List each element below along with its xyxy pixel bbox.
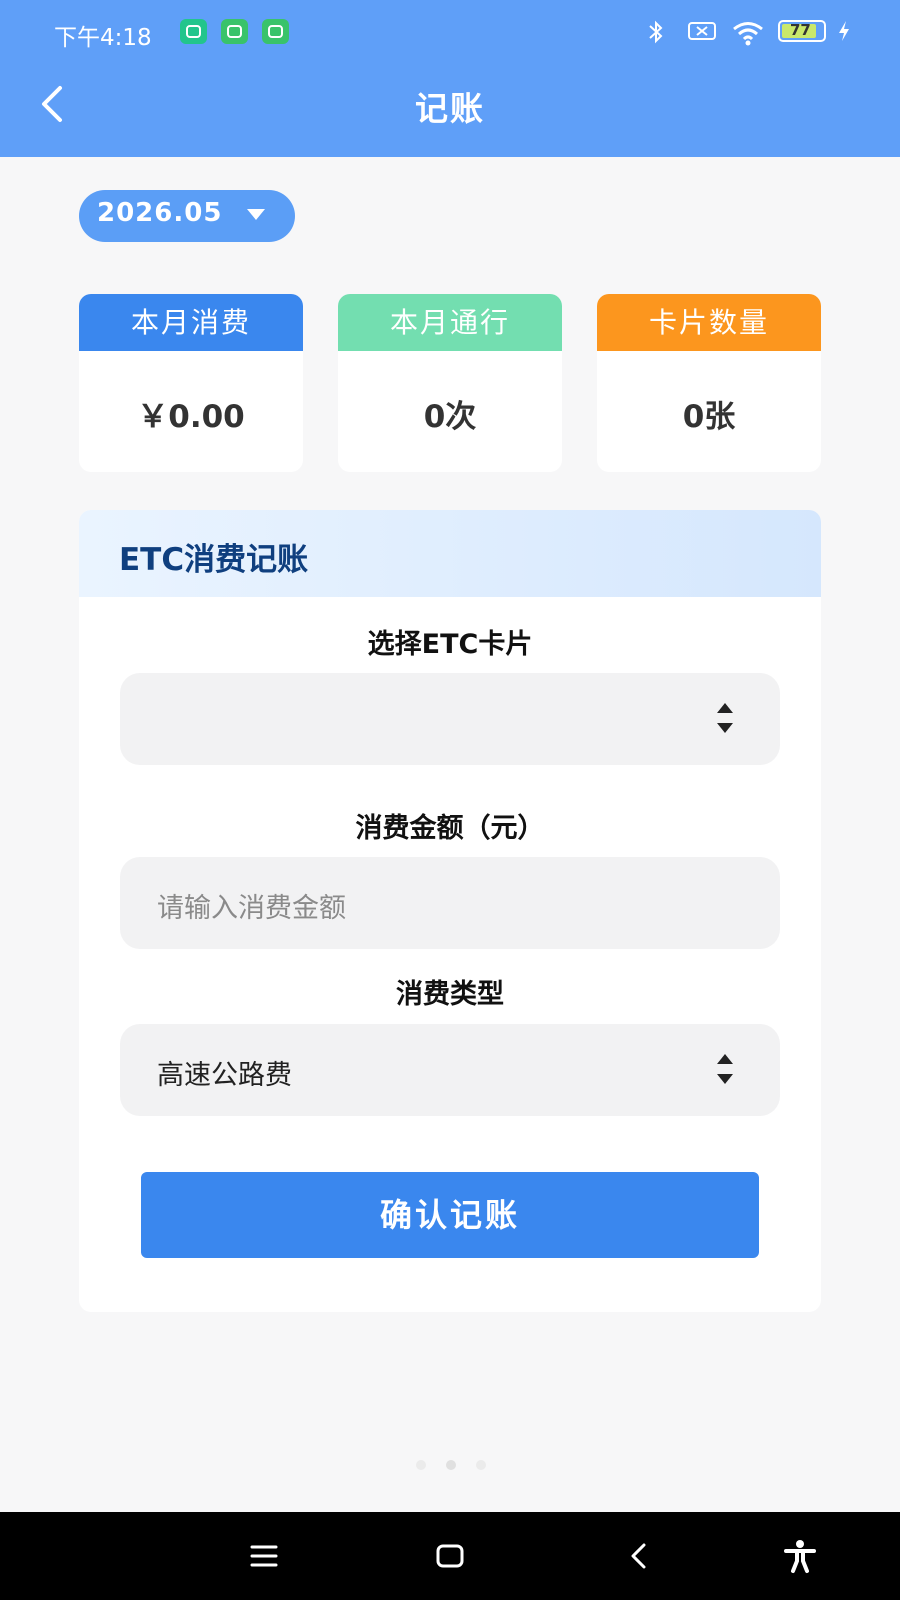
stat-label: 卡片数量	[597, 294, 821, 351]
card-select[interactable]	[120, 673, 780, 765]
back-icon[interactable]	[620, 1536, 660, 1576]
month-selector[interactable]: 2026.05	[79, 190, 295, 242]
etc-record-form: ETC消费记账 选择ETC卡片 消费金额（元） 请输入消费金额 消费类型 高速公…	[79, 510, 821, 1312]
month-value: 2026.05	[97, 198, 223, 228]
nav-bar: 记账	[0, 62, 900, 154]
system-nav-bar	[0, 1512, 900, 1600]
confirm-button[interactable]: 确认记账	[141, 1172, 759, 1258]
stat-value: ￥0.00	[137, 399, 245, 435]
page-dot	[476, 1460, 486, 1470]
charging-icon	[839, 21, 849, 41]
stat-value: 0次	[423, 399, 477, 435]
accessibility-icon[interactable]	[780, 1536, 820, 1576]
page-dot	[446, 1460, 456, 1470]
status-time: 下午4:18	[54, 25, 152, 51]
wifi-icon	[733, 22, 763, 46]
type-select[interactable]: 高速公路费	[120, 1024, 780, 1116]
page-dot	[416, 1460, 426, 1470]
page-indicator	[412, 1460, 492, 1472]
page-title: 记账	[415, 89, 485, 128]
app-notification-icon	[221, 19, 248, 44]
select-arrows-icon	[717, 1054, 733, 1088]
amount-label: 消费金额（元）	[355, 813, 545, 844]
amount-input[interactable]: 请输入消费金额	[120, 857, 780, 949]
stat-label: 本月通行	[338, 294, 562, 351]
status-bar: 下午4:18 77	[0, 14, 900, 51]
bluetooth-icon	[649, 20, 663, 44]
caret-down-icon	[247, 209, 265, 220]
menu-icon[interactable]	[244, 1536, 284, 1576]
type-label: 消费类型	[396, 979, 504, 1010]
battery-level: 77	[790, 21, 811, 39]
type-select-value: 高速公路费	[157, 1060, 292, 1091]
form-title: ETC消费记账	[119, 542, 309, 578]
battery-icon: 77	[778, 20, 826, 42]
amount-placeholder: 请输入消费金额	[157, 893, 346, 924]
card-select-label: 选择ETC卡片	[367, 629, 533, 660]
stat-card-card-count: 卡片数量 0张	[597, 294, 821, 472]
app-header: 下午4:18 77 记账	[0, 0, 900, 157]
notification-icon	[688, 22, 716, 40]
stat-label: 本月消费	[79, 294, 303, 351]
home-icon[interactable]	[430, 1536, 470, 1576]
app-notification-icon	[262, 19, 289, 44]
stat-card-monthly-spend: 本月消费 ￥0.00	[79, 294, 303, 472]
app-notification-icon	[180, 19, 207, 44]
select-arrows-icon	[717, 703, 733, 737]
stat-card-monthly-passes: 本月通行 0次	[338, 294, 562, 472]
stat-value: 0张	[682, 399, 736, 435]
form-header: ETC消费记账	[79, 510, 821, 597]
